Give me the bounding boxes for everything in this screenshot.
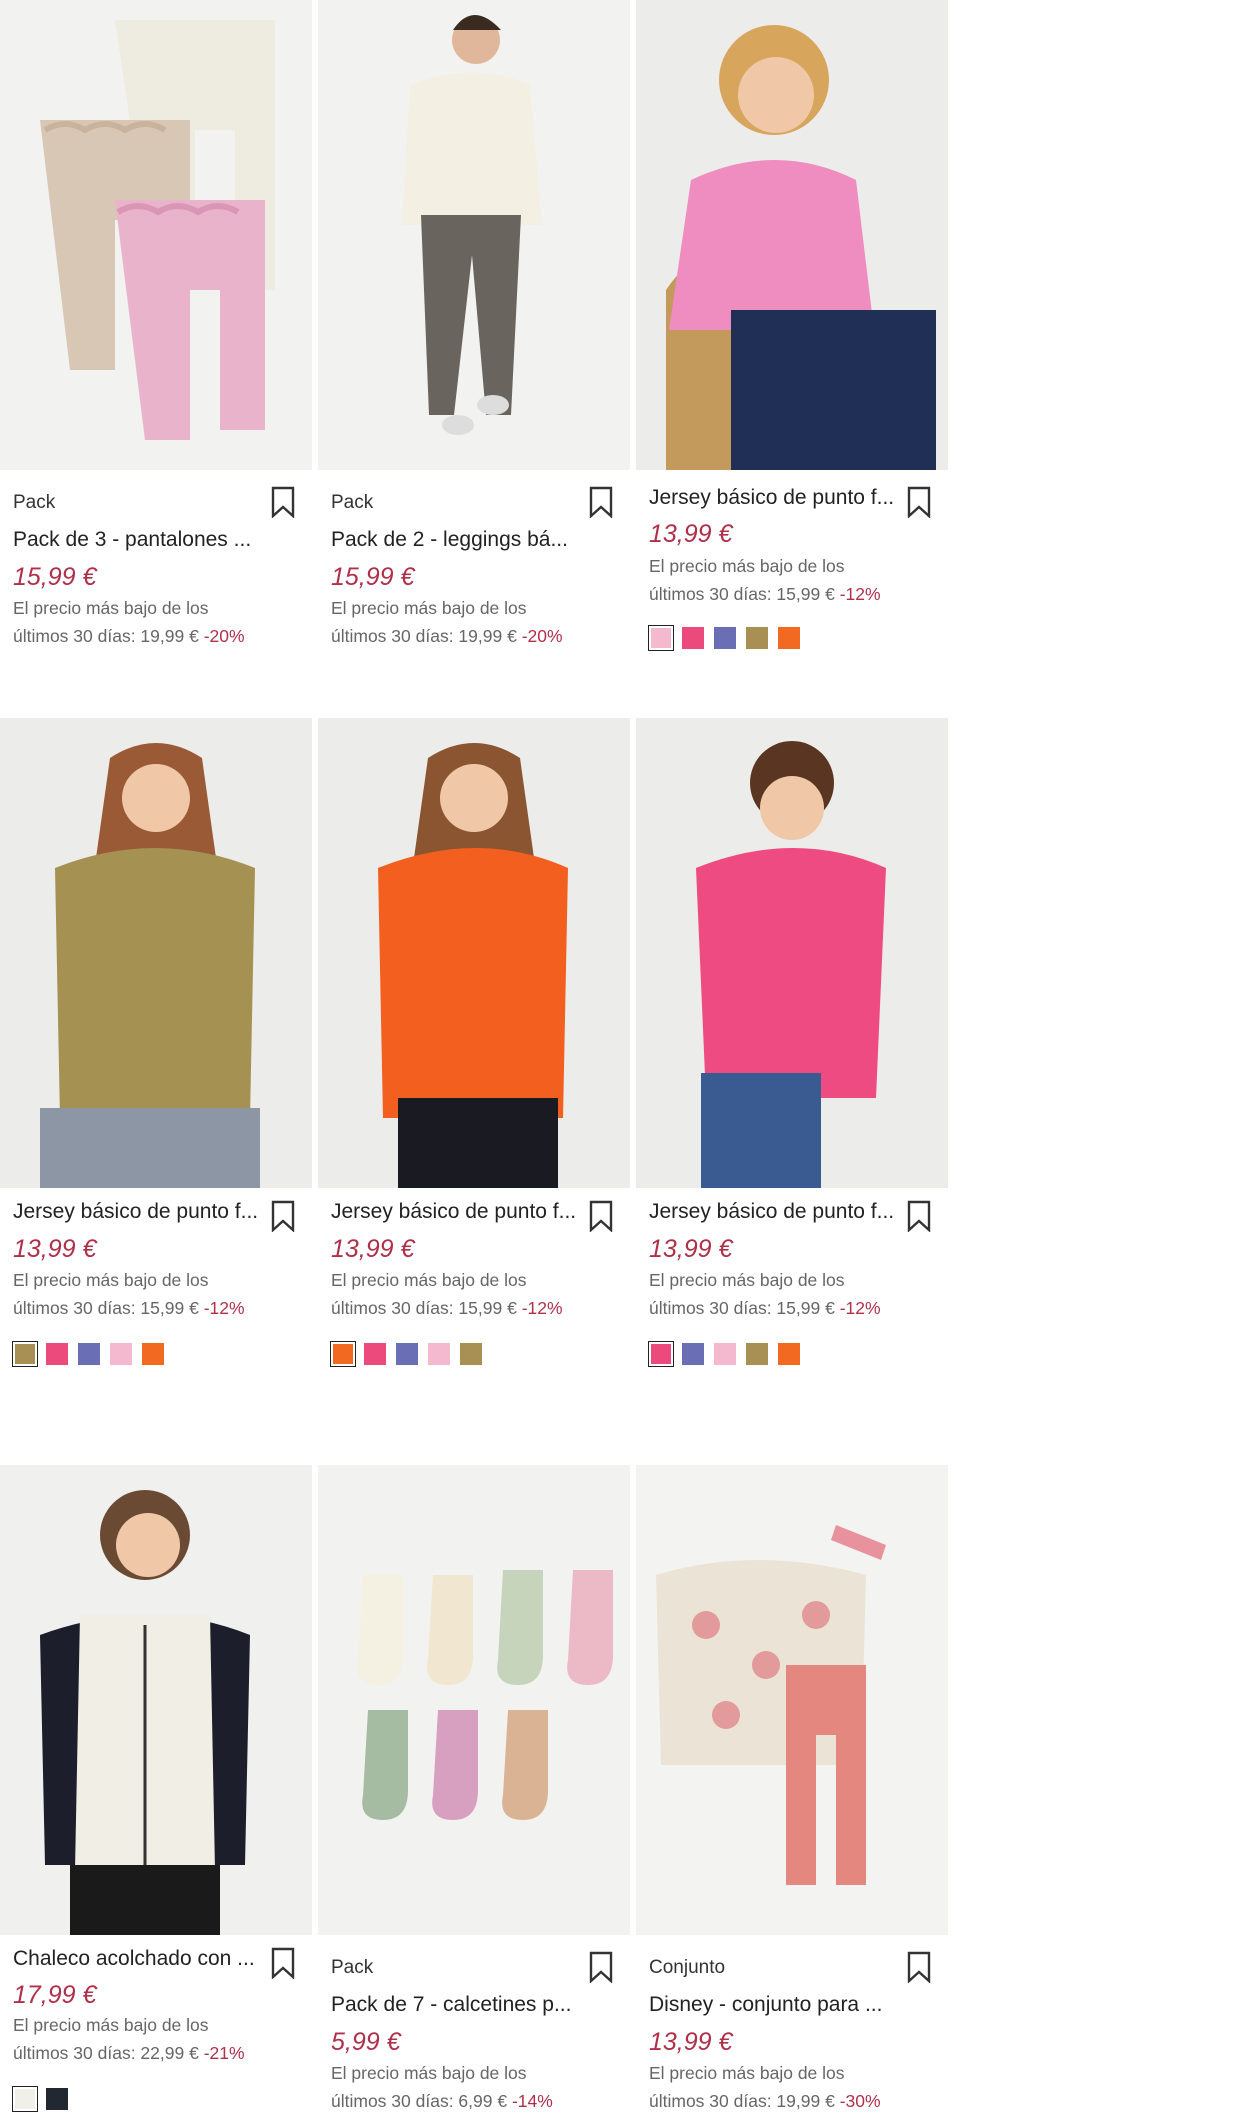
- lowest-price-note: El precio más bajo de los últimos 30 día…: [13, 2015, 245, 2063]
- bookmark-icon[interactable]: [588, 486, 614, 518]
- color-swatch[interactable]: [77, 1342, 101, 1366]
- product-price: 13,99 €: [649, 1235, 733, 1263]
- product-title[interactable]: Jersey básico de punto f...: [331, 1200, 581, 1224]
- color-swatch[interactable]: [12, 1341, 38, 1367]
- bookmark-icon[interactable]: [588, 1951, 614, 1983]
- product-title[interactable]: Chaleco acolchado con ...: [13, 1947, 263, 1971]
- lowest-price-note: El precio más bajo de los últimos 30 día…: [649, 556, 881, 604]
- product-title[interactable]: Jersey básico de punto f...: [13, 1200, 263, 1224]
- product-image[interactable]: [318, 718, 630, 1188]
- color-swatch[interactable]: [745, 1342, 769, 1366]
- color-swatch[interactable]: [777, 626, 801, 650]
- bookmark-icon[interactable]: [270, 1200, 296, 1232]
- color-swatch[interactable]: [459, 1342, 483, 1366]
- discount-badge: -12%: [203, 1298, 245, 1318]
- color-swatch[interactable]: [330, 1341, 356, 1367]
- product-label: Pack: [331, 1957, 374, 1978]
- color-swatches: [12, 1341, 165, 1367]
- product-title[interactable]: Pack de 7 - calcetines p...: [331, 1993, 581, 2017]
- product-title[interactable]: Pack de 2 - leggings bá...: [331, 528, 581, 552]
- bookmark-icon[interactable]: [906, 1200, 932, 1232]
- color-swatch[interactable]: [12, 2086, 38, 2112]
- discount-badge: -12%: [521, 1298, 563, 1318]
- color-swatch[interactable]: [363, 1342, 387, 1366]
- product-price: 5,99 €: [331, 2028, 401, 2056]
- product-title[interactable]: Jersey básico de punto f...: [649, 486, 899, 510]
- discount-badge: -20%: [521, 626, 563, 646]
- product-title[interactable]: Pack de 3 - pantalones ...: [13, 528, 263, 552]
- product-label: Pack: [13, 492, 56, 513]
- color-swatch[interactable]: [648, 625, 674, 651]
- color-swatch[interactable]: [713, 1342, 737, 1366]
- discount-badge: -12%: [839, 1298, 881, 1318]
- color-swatch[interactable]: [648, 1341, 674, 1367]
- color-swatches: [648, 1341, 801, 1367]
- color-swatches: [330, 1341, 483, 1367]
- product-price: 13,99 €: [649, 520, 733, 548]
- bookmark-icon[interactable]: [270, 1947, 296, 1979]
- product-price: 13,99 €: [649, 2028, 733, 2056]
- bookmark-icon[interactable]: [906, 486, 932, 518]
- color-swatch[interactable]: [681, 1342, 705, 1366]
- product-price: 13,99 €: [13, 1235, 97, 1263]
- bookmark-icon[interactable]: [270, 486, 296, 518]
- product-image[interactable]: [636, 718, 948, 1188]
- product-image[interactable]: [636, 0, 948, 470]
- color-swatch[interactable]: [745, 626, 769, 650]
- bookmark-icon[interactable]: [906, 1951, 932, 1983]
- discount-badge: -21%: [203, 2043, 245, 2063]
- product-image[interactable]: [318, 0, 630, 470]
- discount-badge: -12%: [839, 584, 881, 604]
- color-swatch[interactable]: [777, 1342, 801, 1366]
- product-price: 15,99 €: [331, 563, 415, 591]
- lowest-price-note: El precio más bajo de los últimos 30 día…: [13, 598, 245, 646]
- product-image[interactable]: [318, 1465, 630, 1935]
- product-image[interactable]: [0, 1465, 312, 1935]
- product-image[interactable]: [636, 1465, 948, 1935]
- lowest-price-note: El precio más bajo de los últimos 30 día…: [331, 598, 563, 646]
- product-price: 17,99 €: [13, 1981, 97, 2009]
- lowest-price-note: El precio más bajo de los últimos 30 día…: [13, 1270, 245, 1318]
- color-swatch[interactable]: [681, 626, 705, 650]
- discount-badge: -30%: [839, 2091, 881, 2111]
- lowest-price-note: El precio más bajo de los últimos 30 día…: [331, 1270, 563, 1318]
- color-swatches: [12, 2086, 69, 2112]
- color-swatch[interactable]: [109, 1342, 133, 1366]
- color-swatch[interactable]: [713, 626, 737, 650]
- bookmark-icon[interactable]: [588, 1200, 614, 1232]
- color-swatch[interactable]: [427, 1342, 451, 1366]
- discount-badge: -20%: [203, 626, 245, 646]
- product-price: 13,99 €: [331, 1235, 415, 1263]
- color-swatch[interactable]: [141, 1342, 165, 1366]
- product-title[interactable]: Jersey básico de punto f...: [649, 1200, 899, 1224]
- product-image[interactable]: [0, 718, 312, 1188]
- lowest-price-note: El precio más bajo de los últimos 30 día…: [649, 1270, 881, 1318]
- discount-badge: -14%: [511, 2091, 553, 2111]
- color-swatches: [648, 625, 801, 651]
- product-image[interactable]: [0, 0, 312, 470]
- color-swatch[interactable]: [45, 2087, 69, 2111]
- color-swatch[interactable]: [45, 1342, 69, 1366]
- product-title[interactable]: Disney - conjunto para ...: [649, 1993, 899, 2017]
- product-label: Conjunto: [649, 1957, 726, 1978]
- product-label: Pack: [331, 492, 374, 513]
- color-swatch[interactable]: [395, 1342, 419, 1366]
- product-price: 15,99 €: [13, 563, 97, 591]
